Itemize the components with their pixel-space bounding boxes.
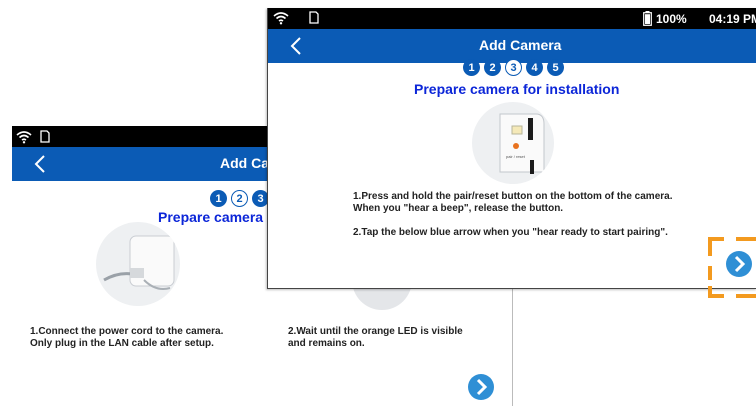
instruction-1: 1.Press and hold the pair/reset button o…	[353, 191, 673, 214]
back-arrow-icon[interactable]	[286, 33, 306, 59]
step-3: 3	[505, 59, 522, 76]
step-4: 4	[526, 59, 543, 76]
step-1: 1	[210, 190, 227, 207]
step-1: 1	[463, 59, 480, 76]
pair-reset-label: pair / reset	[506, 154, 526, 159]
sd-card-icon	[40, 130, 50, 143]
step-indicator: 1 2 3	[210, 190, 269, 207]
instruction-2: 2.Wait until the orange LED is visible a…	[288, 326, 463, 349]
wifi-icon	[16, 131, 32, 144]
step-indicator: 1 2 3 4 5	[463, 59, 564, 76]
next-arrow-button[interactable]	[468, 374, 494, 400]
battery-icon	[643, 11, 652, 26]
title-bar: Add Camera	[268, 29, 756, 63]
step-heading: Prepare camera for installation	[414, 81, 620, 97]
step-5: 5	[547, 59, 564, 76]
front-screen: 100% 04:19 PM Add Camera 1 2 3 4 5 Prepa…	[267, 8, 756, 289]
step-2: 2	[231, 190, 248, 207]
pair-reset-photo: pair / reset	[472, 102, 554, 184]
highlight-frame	[708, 237, 756, 298]
instruction-2: 2.Tap the below blue arrow when you "hea…	[353, 227, 668, 238]
sd-card-icon	[309, 11, 319, 24]
battery-percent: 100%	[656, 12, 687, 26]
step-2: 2	[484, 59, 501, 76]
power-cord-photo	[96, 222, 180, 306]
wifi-icon	[273, 12, 289, 25]
instruction-1: 1.Connect the power cord to the camera. …	[30, 326, 224, 349]
back-arrow-icon[interactable]	[30, 151, 50, 177]
chevron-right-icon	[476, 378, 488, 396]
screen-title: Add Camera	[479, 37, 562, 53]
status-bar: 100% 04:19 PM	[268, 8, 756, 29]
clock-time: 04:19 PM	[709, 12, 756, 26]
